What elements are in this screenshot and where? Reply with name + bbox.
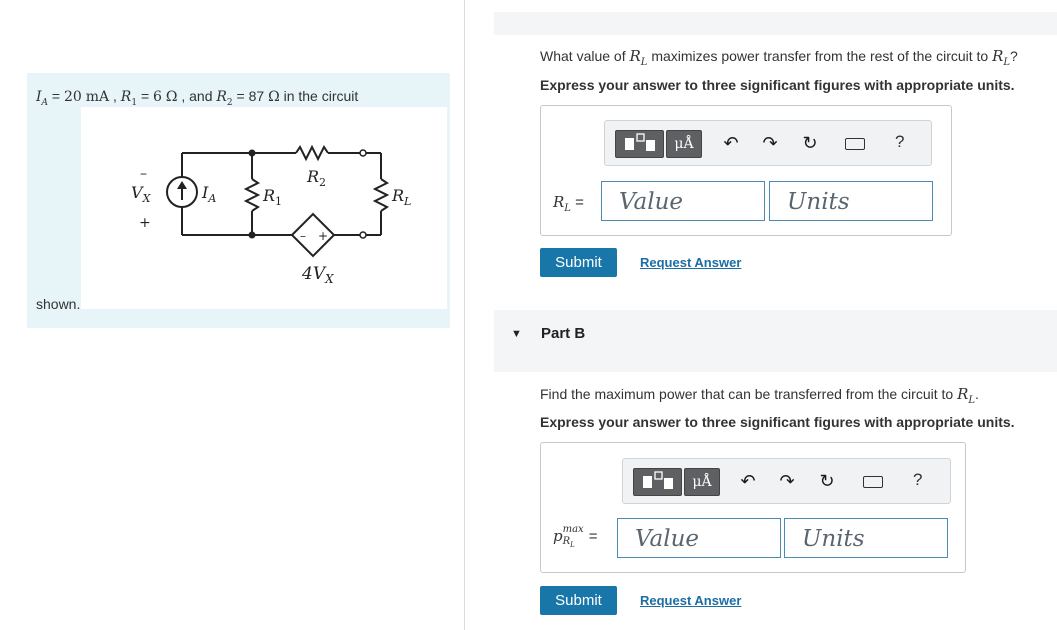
terminal-top [359,149,367,157]
left-panel: IA = 20 mA , R1 = 6 Ω , and R2 = 87 Ω in… [0,0,465,630]
vx-plus: + [139,215,151,231]
circuit-diagram: VX – + IA R1 R2 RL 4VX – + [131,144,411,286]
collapse-arrow-icon[interactable]: ▼ [511,328,522,340]
right-panel: What value of RL maximizes power transfe… [465,0,1057,630]
part-a-value-input[interactable]: Value [601,181,765,221]
r1-resistor [243,178,261,212]
circuit-figure: VX – + IA R1 R2 RL 4VX – + [81,107,447,309]
part-a-answer-box: μÅ ↶ ↷ ↻ ? RL = Value Units [540,105,952,236]
part-b-answer-box: μÅ ↶ ↷ ↻ ? p max RL = Value Units [540,442,966,573]
rl-label: RL [391,186,411,208]
reset-icon[interactable]: ↻ [816,471,838,491]
rl-resistor [372,178,390,212]
part-a-toolbar: μÅ ↶ ↷ ↻ ? [604,120,932,166]
templates-icon[interactable] [633,468,682,496]
part-b-request-answer-link[interactable]: Request Answer [640,593,741,608]
part-b-instruction: Express your answer to three significant… [540,414,1015,430]
dep-minus: – [300,229,306,243]
vx-label: VX [131,183,152,205]
keyboard-icon[interactable] [845,138,865,150]
part-b-question: Find the maximum power that can be trans… [540,385,979,406]
part-a-question: What value of RL maximizes power transfe… [540,47,1018,68]
part-a-instruction: Express your answer to three significant… [540,77,1015,93]
help-icon[interactable]: ? [913,470,922,490]
part-b-title[interactable]: Part B [541,325,585,342]
r2-resistor [295,144,329,162]
problem-statement: IA = 20 mA , R1 = 6 Ω , and R2 = 87 Ω in… [36,88,359,108]
terminal-bottom [359,231,367,239]
r1-label: R1 [262,186,282,208]
part-a-units-input[interactable]: Units [769,181,933,221]
help-icon[interactable]: ? [895,132,904,152]
part-a-request-answer-link[interactable]: Request Answer [640,255,741,270]
part-b-units-input[interactable]: Units [784,518,948,558]
part-a-header-strip [494,12,1057,35]
redo-icon[interactable]: ↷ [759,133,781,153]
units-icon[interactable]: μÅ [666,130,702,158]
dependent-source-label: 4VX [301,264,334,286]
keyboard-icon[interactable] [863,476,883,488]
ia-label: IA [201,183,216,205]
reset-icon[interactable]: ↻ [799,133,821,153]
dep-plus: + [318,229,328,243]
part-a-submit-button[interactable]: Submit [540,248,617,277]
part-a-answer-label: RL = [553,193,584,214]
problem-statement-box: IA = 20 mA , R1 = 6 Ω , and R2 = 87 Ω in… [27,73,450,328]
part-b-value-input[interactable]: Value [617,518,781,558]
part-b-submit-button[interactable]: Submit [540,586,617,615]
undo-icon[interactable]: ↶ [737,471,759,491]
problem-statement-end: shown. [36,296,81,312]
vx-minus: – [140,166,147,182]
units-icon[interactable]: μÅ [684,468,720,496]
redo-icon[interactable]: ↷ [776,471,798,491]
templates-icon[interactable] [615,130,664,158]
r2-label: R2 [306,167,326,189]
part-b-toolbar: μÅ ↶ ↷ ↻ ? [622,458,951,504]
part-b-answer-label: p max RL = [553,524,598,550]
undo-icon[interactable]: ↶ [720,133,742,153]
